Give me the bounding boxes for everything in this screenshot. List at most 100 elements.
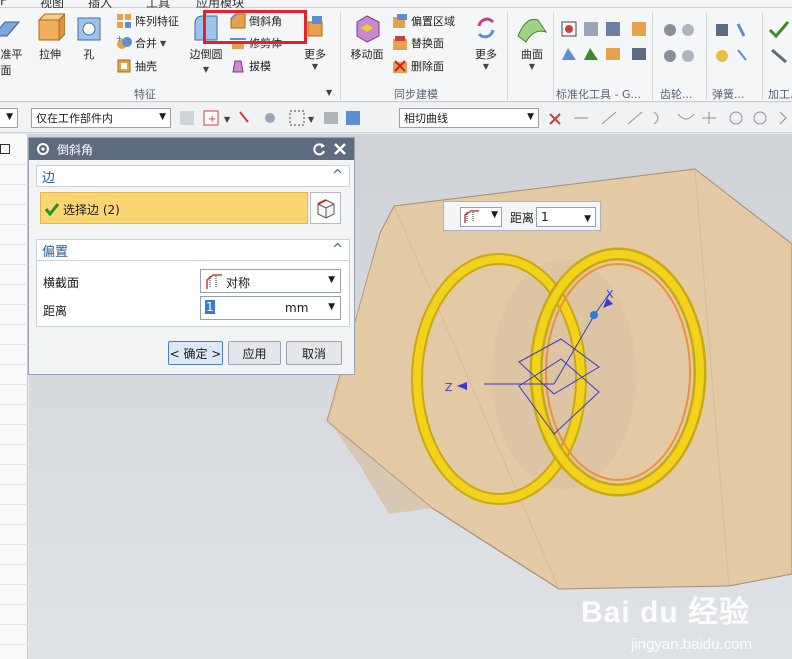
dialog-title-bar[interactable]: 倒斜角 xyxy=(29,138,354,160)
surface-button[interactable]: 曲面 ▼ xyxy=(512,12,552,71)
more-features-button[interactable]: 更多 ▼ xyxy=(298,12,332,71)
offset-region-label: 偏置区域 xyxy=(411,15,455,28)
panel-row xyxy=(0,384,28,385)
panel-row xyxy=(0,164,28,165)
panel-row xyxy=(0,244,28,245)
delete-face-label: 删除面 xyxy=(411,60,444,73)
curve-tool-icons[interactable] xyxy=(546,108,792,130)
reset-icon[interactable] xyxy=(312,142,326,156)
chevron-down-icon: ▼ xyxy=(584,214,591,224)
csys-origin-handle[interactable] xyxy=(590,311,598,319)
offset-section-header[interactable]: 偏置 ^ xyxy=(36,239,350,261)
gear-icon[interactable] xyxy=(35,141,51,157)
chamfer-dialog: 倒斜角 边 ^ 选择边 (2) 偏置 ^ 横截面 对称 ▼ 距离 1 mm ▼ … xyxy=(28,137,355,375)
delete-face-button[interactable]: 删除面 xyxy=(392,58,444,74)
standard-tools-icons xyxy=(561,21,646,60)
distance-input[interactable]: 1 mm ▼ xyxy=(200,296,341,320)
panel-row xyxy=(0,424,28,425)
pattern-feature-button[interactable]: 阵列特征 xyxy=(116,13,179,29)
chevron-up-icon[interactable]: ^ xyxy=(332,168,343,183)
surface-dropdown-icon: ▼ xyxy=(528,62,536,71)
chevron-down-icon: ▼ xyxy=(328,275,335,285)
replace-face-button[interactable]: 替换面 xyxy=(392,35,444,51)
panel-row xyxy=(0,524,28,525)
ribbon-separator xyxy=(507,12,508,100)
scope-filter-dropdown[interactable]: 仅在工作部件内 ▼ xyxy=(31,108,171,128)
check-icon xyxy=(45,203,59,216)
more-sync-button[interactable]: 更多 ▼ xyxy=(468,12,504,71)
ok-button[interactable]: < 确定 > xyxy=(168,341,223,365)
more-features-dropdown-icon: ▼ xyxy=(311,62,319,71)
unite-button[interactable]: + 合并 ▼ xyxy=(116,35,166,51)
cross-section-label: 横截面 xyxy=(43,276,80,290)
x-axis-label: X xyxy=(606,288,614,301)
replace-face-icon xyxy=(393,36,407,50)
edge-selection-button[interactable] xyxy=(310,192,341,224)
svg-text:+: + xyxy=(208,114,216,125)
panel-row xyxy=(0,444,28,445)
z-axis-label: Z xyxy=(445,381,453,394)
dialog-title: 倒斜角 xyxy=(57,143,94,157)
select-edge-row[interactable]: 选择边 (2) xyxy=(40,192,308,224)
panel-row xyxy=(0,404,28,405)
panel-row xyxy=(0,304,28,305)
pattern-label: 阵列特征 xyxy=(135,15,179,28)
left-resource-panel[interactable] xyxy=(0,134,28,659)
gear-tools-grid xyxy=(660,20,700,80)
machining-group-label: 加工... xyxy=(768,88,792,101)
ribbon-separator xyxy=(652,12,653,100)
menu-file[interactable]: F xyxy=(0,0,7,8)
feature-group-expand-icon[interactable]: ▼ xyxy=(326,88,332,97)
ribbon: 基准平面 拉伸 孔 阵列特征 + 合并 ▼ 抽壳 边倒圆 ▼ xyxy=(0,8,792,102)
popup-distance-input[interactable]: 1 ▼ xyxy=(536,207,596,227)
panel-toggle-icon[interactable] xyxy=(0,144,10,154)
move-face-icon xyxy=(356,15,380,43)
ribbon-separator xyxy=(553,12,554,100)
distance-on-screen-input: ▼ 距离 1 ▼ xyxy=(443,201,601,231)
apply-button[interactable]: 应用 xyxy=(228,341,281,365)
chevron-down-icon: ▼ xyxy=(527,112,534,122)
svg-text:▼: ▼ xyxy=(308,115,315,124)
unite-dropdown-icon[interactable]: ▼ xyxy=(160,39,166,48)
chevron-up-icon[interactable]: ^ xyxy=(332,242,343,257)
hole-button[interactable]: 孔 xyxy=(72,12,106,62)
panel-row xyxy=(0,364,28,365)
panel-row xyxy=(0,464,28,465)
curve-rule-dropdown[interactable]: 相切曲线 ▼ xyxy=(399,108,539,128)
baidu-watermark-url: jingyan.baidu.com xyxy=(631,636,752,653)
chamfer-symmetric-icon xyxy=(206,274,222,289)
type-filter-dropdown[interactable]: ▼ xyxy=(0,108,18,128)
offset-region-button[interactable]: 偏置区域 xyxy=(392,13,455,29)
feature-group-label: 特征 xyxy=(134,88,156,101)
select-edge-label: 选择边 (2) xyxy=(63,203,120,217)
cross-section-dropdown[interactable]: 对称 ▼ xyxy=(200,269,341,293)
draft-button[interactable]: 拔模 xyxy=(230,58,271,74)
gear-icons xyxy=(664,24,694,62)
cross-section-mini-dropdown[interactable]: ▼ xyxy=(460,207,502,227)
standard-tools-grid xyxy=(560,20,660,80)
spring-group-label: 弹簧... xyxy=(712,88,745,101)
shell-button[interactable]: 抽壳 xyxy=(116,58,157,74)
snap-tool-icons[interactable]: + ▼ ▼ xyxy=(178,108,398,130)
datum-plane-button[interactable]: 基准平面 xyxy=(0,12,26,78)
svg-text:+: + xyxy=(116,35,123,43)
more-features-label: 更多 xyxy=(304,48,326,61)
edge-section-header[interactable]: 边 ^ xyxy=(36,165,350,187)
extrude-label: 拉伸 xyxy=(39,48,61,61)
move-face-button[interactable]: 移动面 xyxy=(346,12,388,62)
menu-bar: F 视图 插入 工具 应用模块 xyxy=(0,0,792,10)
pattern-icon xyxy=(117,14,131,28)
draft-label: 拔模 xyxy=(249,60,271,73)
distance-label: 距离 xyxy=(43,304,68,318)
surface-icon xyxy=(517,18,548,43)
edge-blend-dropdown-icon[interactable]: ▼ xyxy=(203,65,209,74)
edge-section-title: 边 xyxy=(42,170,56,186)
ribbon-separator xyxy=(762,12,763,100)
ribbon-separator xyxy=(706,12,707,100)
panel-row xyxy=(0,584,28,585)
extrude-button[interactable]: 拉伸 xyxy=(32,12,68,62)
cancel-button[interactable]: 取消 xyxy=(286,341,342,365)
more-sync-dropdown-icon: ▼ xyxy=(482,62,490,71)
close-icon[interactable] xyxy=(333,142,347,156)
panel-row xyxy=(0,204,28,205)
